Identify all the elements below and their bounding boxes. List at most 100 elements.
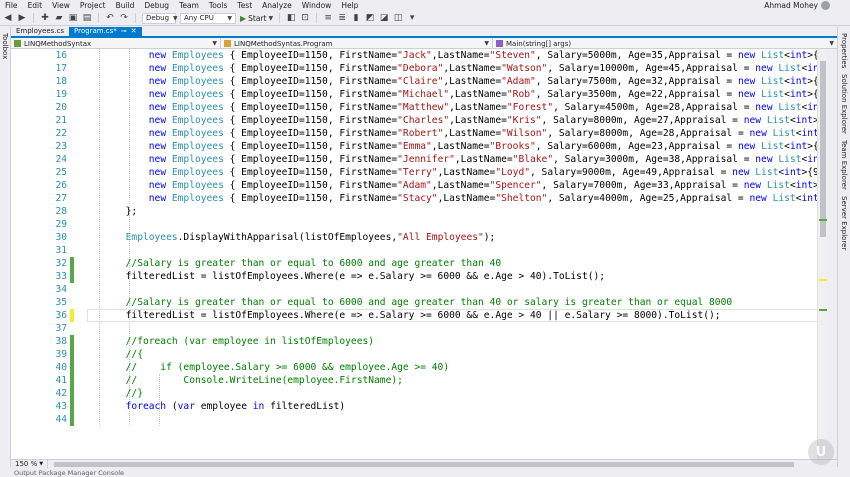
prev-bookmark-icon[interactable]: ◩ — [365, 13, 375, 23]
zoom-value: 150 % — [15, 460, 38, 468]
toolbar-separator — [98, 13, 99, 23]
undo-icon[interactable]: ↶ — [105, 13, 115, 23]
employee-initializer-line: new Employees { EmployeeID=1150, FirstNa… — [148, 154, 827, 165]
saved-change-marker — [70, 361, 74, 374]
employee-initializer-line: new Employees { EmployeeID=1150, FirstNa… — [148, 63, 827, 74]
toolbar-separator — [279, 13, 281, 23]
save-all-icon[interactable]: ▤ — [82, 13, 92, 23]
start-button[interactable]: ▶ Start ▼ — [240, 14, 273, 23]
toolbar-separator — [33, 13, 34, 23]
tab-program-cs[interactable]: Program.cs* ⊸ ✕ — [69, 27, 142, 36]
toolbar-overflow-icon[interactable]: ▾ — [407, 13, 417, 23]
solution-platform-select[interactable]: Any CPU ▼ — [180, 12, 236, 24]
menu-edit[interactable]: Edit — [23, 0, 48, 11]
chevron-down-icon: ▼ — [227, 14, 232, 22]
type-dropdown[interactable]: LINQMethodSyntas.Program ▼ — [221, 38, 493, 49]
code-line: }; — [125, 206, 138, 217]
solution-explorer-tab[interactable]: Solution Explorer — [840, 74, 848, 134]
menu-view[interactable]: View — [47, 0, 75, 11]
menu-debug[interactable]: Debug — [139, 0, 174, 11]
comment-icon[interactable]: ≡ — [323, 13, 333, 23]
line-number: 28 — [55, 206, 67, 217]
user-avatar[interactable] — [821, 1, 830, 10]
menu-test[interactable]: Test — [232, 0, 257, 11]
tab-label: Employees.cs — [16, 27, 65, 35]
menu-file[interactable]: File — [0, 0, 23, 11]
properties-tab[interactable]: Properties — [840, 33, 848, 68]
employee-initializer-line: new Employees { EmployeeID=1150, FirstNa… — [148, 193, 827, 204]
tool-window-tabs-label[interactable]: Output Package Manager Console — [0, 469, 124, 477]
saved-change-marker — [70, 270, 74, 283]
line-number: 39 — [55, 349, 67, 360]
line-number: 16 — [55, 50, 67, 61]
scroll-thumb[interactable] — [54, 461, 795, 467]
member-name: Main(string[] args) — [506, 39, 572, 48]
user-name[interactable]: Ahmad Mohey — [764, 0, 818, 11]
chevron-down-icon: ▼ — [484, 39, 489, 47]
clear-bookmarks-icon[interactable]: ◫ — [393, 13, 403, 23]
line-number: 43 — [55, 401, 67, 412]
menu-build[interactable]: Build — [111, 0, 140, 11]
scroll-thumb[interactable] — [820, 61, 826, 237]
change-marker — [819, 309, 827, 311]
change-marker — [819, 219, 827, 221]
close-icon[interactable]: ✕ — [131, 27, 137, 36]
line-number: 19 — [55, 89, 67, 100]
team-explorer-tab[interactable]: Team Explorer — [840, 140, 848, 190]
line-number: 18 — [55, 76, 67, 87]
uncomment-icon[interactable]: ≣ — [337, 13, 347, 23]
chevron-down-icon: ▼ — [268, 14, 274, 22]
editor-bottom-bar: 150 % ▼ — [11, 459, 837, 469]
code-editor[interactable]: 16 17 18 19 20 21 22 23 24 25 26 27 28 29 30 31 32 33 34 35… — [11, 49, 827, 459]
attach-icon[interactable]: ◧ — [286, 13, 296, 23]
back-icon[interactable]: ◀ — [3, 13, 13, 23]
saved-change-marker — [70, 335, 74, 348]
new-project-icon[interactable]: ✚ — [40, 13, 50, 23]
open-file-icon[interactable]: ▰ — [54, 13, 64, 23]
tab-employees-cs[interactable]: Employees.cs — [11, 27, 69, 36]
line-number: 41 — [55, 375, 67, 386]
saved-change-marker — [70, 257, 74, 270]
menu-tools[interactable]: Tools — [204, 0, 232, 11]
menu-team[interactable]: Team — [174, 0, 204, 11]
pin-icon[interactable]: ⊸ — [121, 27, 127, 36]
line-number-gutter: 16 17 18 19 20 21 22 23 24 25 26 27 28 29 30 31 32 33 34 35… — [11, 49, 87, 459]
change-marker — [819, 279, 827, 281]
visual-studio-window: File Edit View Project Build Debug Team … — [0, 0, 850, 477]
employee-initializer-line: new Employees { EmployeeID=1150, FirstNa… — [148, 128, 827, 139]
query-line-current: filteredList = listOfEmployees.Where(e =… — [125, 310, 721, 321]
find-icon[interactable]: ⊡ — [300, 13, 310, 23]
chevron-down-icon: ▼ — [39, 461, 44, 467]
line-number: 40 — [55, 362, 67, 373]
line-number: 36 — [55, 310, 67, 321]
menu-window[interactable]: Window — [297, 0, 337, 11]
toolbar-separator — [135, 13, 136, 23]
next-bookmark-icon[interactable]: ◪ — [379, 13, 389, 23]
chevron-down-icon: ▼ — [212, 39, 217, 47]
redo-icon[interactable]: ↷ — [119, 13, 129, 23]
query-line: filteredList = listOfEmployees.Where(e =… — [125, 271, 606, 282]
line-number: 27 — [55, 193, 67, 204]
saved-change-marker — [70, 400, 74, 413]
tab-label: Program.cs* — [74, 27, 117, 35]
toolbox-tab[interactable]: Toolbox — [1, 33, 9, 59]
menu-analyze[interactable]: Analyze — [257, 0, 297, 11]
toolbar-separator — [316, 13, 318, 23]
forward-icon[interactable]: ▶ — [17, 13, 27, 23]
line-number: 30 — [55, 232, 67, 243]
bookmark-icon[interactable]: ▮ — [351, 13, 361, 23]
save-icon[interactable]: ▣ — [68, 13, 78, 23]
udemy-watermark-icon: U — [808, 439, 834, 465]
chevron-down-icon: ▼ — [173, 14, 178, 22]
member-dropdown[interactable]: Main(string[] args) ▼ — [493, 38, 837, 49]
project-dropdown[interactable]: LINQMethodSyntax ▼ — [11, 38, 221, 49]
line-number: 34 — [55, 284, 67, 295]
solution-configuration-select[interactable]: Debug ▼ — [142, 12, 178, 24]
line-number: 29 — [55, 219, 67, 230]
server-explorer-tab[interactable]: Server Explorer — [840, 196, 848, 250]
vertical-scrollbar[interactable] — [817, 49, 827, 459]
line-number: 44 — [55, 414, 67, 425]
menu-help[interactable]: Help — [336, 0, 363, 11]
navigation-bar: LINQMethodSyntax ▼ LINQMethodSyntas.Prog… — [11, 38, 837, 49]
menu-project[interactable]: Project — [75, 0, 111, 11]
